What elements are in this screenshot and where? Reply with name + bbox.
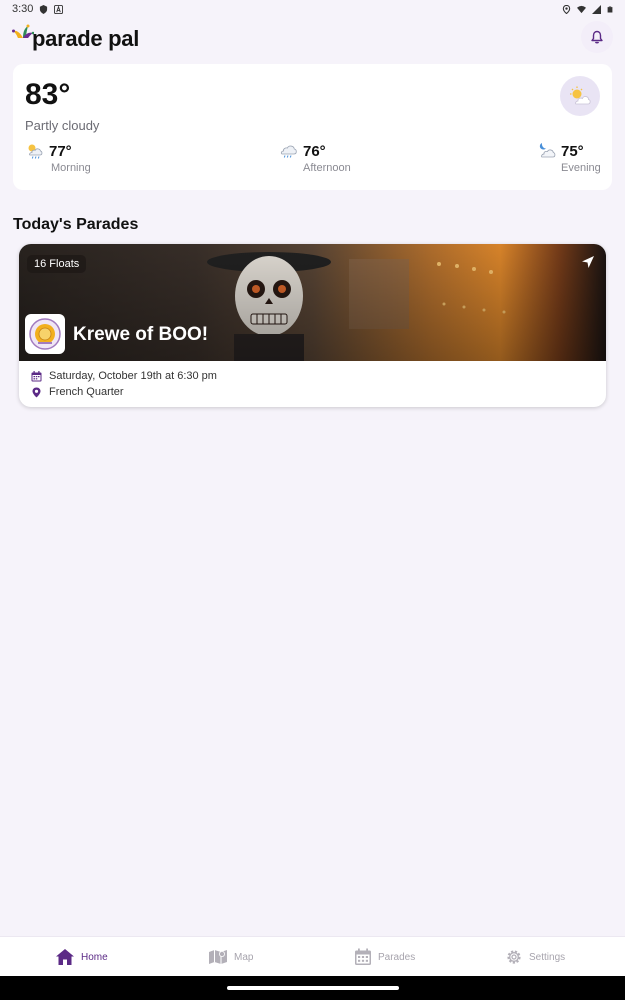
parade-date-row: Saturday, October 19th at 6:30 pm (31, 368, 594, 384)
moon-cloud-icon (539, 143, 556, 158)
parade-location-row: French Quarter (31, 384, 594, 400)
weather-card: 83° Partly cloudy 77° Morning 76° Aftern… (13, 64, 612, 190)
nav-settings-label: Settings (529, 951, 566, 963)
forecast-period: Evening (561, 162, 601, 174)
notification-a-icon (54, 4, 64, 14)
status-time: 3:30 (12, 3, 34, 15)
wifi-icon (577, 5, 586, 13)
parade-location: French Quarter (49, 386, 124, 398)
krewe-logo (25, 314, 65, 354)
bell-icon (591, 30, 603, 44)
nav-settings[interactable]: Settings (505, 937, 565, 977)
nav-parades-label: Parades (378, 951, 416, 963)
forecast-afternoon: 76° Afternoon (279, 142, 351, 174)
home-icon (56, 949, 74, 965)
parade-date: Saturday, October 19th at 6:30 pm (49, 370, 217, 382)
app-bar: parade pal (0, 18, 625, 56)
bottom-navigation: Home Map Parades Settings (0, 936, 625, 977)
gear-icon (507, 950, 521, 964)
parade-card[interactable]: 16 Floats Krewe of BOO! Saturday, Octobe… (19, 244, 606, 407)
section-title: Today's Parades (13, 216, 139, 233)
location-pin-icon (32, 387, 41, 397)
parade-name: Krewe of BOO! (73, 324, 209, 345)
nav-map[interactable]: Map (208, 937, 253, 977)
navigation-arrow-icon[interactable] (580, 254, 596, 270)
nav-parades[interactable]: Parades (354, 937, 415, 977)
forecast-morning: 77° Morning (25, 142, 91, 174)
nav-home[interactable]: Home (55, 937, 108, 977)
parade-banner-image: 16 Floats Krewe of BOO! (19, 244, 606, 361)
battery-icon (607, 6, 613, 12)
map-icon (209, 950, 227, 964)
signal-icon (592, 4, 601, 14)
krewe-emblem-icon (29, 318, 61, 350)
floats-count-badge: 16 Floats (27, 255, 87, 273)
app-title: parade pal (32, 26, 140, 51)
app-logo: parade pal (12, 24, 139, 50)
system-gesture-bar (0, 976, 625, 1000)
partly-cloudy-icon (570, 86, 591, 105)
nav-map-label: Map (234, 951, 254, 963)
rain-cloud-icon (280, 145, 297, 158)
notifications-button[interactable] (581, 21, 613, 53)
calendar-icon (355, 948, 371, 965)
calendar-icon (31, 370, 42, 381)
location-icon (562, 4, 571, 14)
status-bar: 3:30 (0, 0, 625, 18)
forecast-temp: 77° (49, 142, 72, 160)
forecast-evening: 75° Evening (537, 142, 601, 174)
current-temperature: 83° (25, 78, 71, 111)
forecast-row: 77° Morning 76° Afternoon 75° Evening (25, 142, 601, 182)
parade-details: Saturday, October 19th at 6:30 pm French… (31, 368, 594, 400)
sun-rain-icon (28, 144, 43, 159)
forecast-period: Morning (51, 162, 91, 174)
shield-icon (40, 4, 48, 14)
current-condition: Partly cloudy (25, 118, 100, 133)
home-gesture-handle[interactable] (227, 986, 399, 990)
forecast-temp: 76° (303, 142, 326, 160)
forecast-period: Afternoon (303, 162, 351, 174)
current-weather-badge (560, 76, 600, 116)
nav-home-label: Home (81, 951, 108, 963)
jester-hat-icon (12, 24, 34, 38)
forecast-temp: 75° (561, 142, 584, 160)
